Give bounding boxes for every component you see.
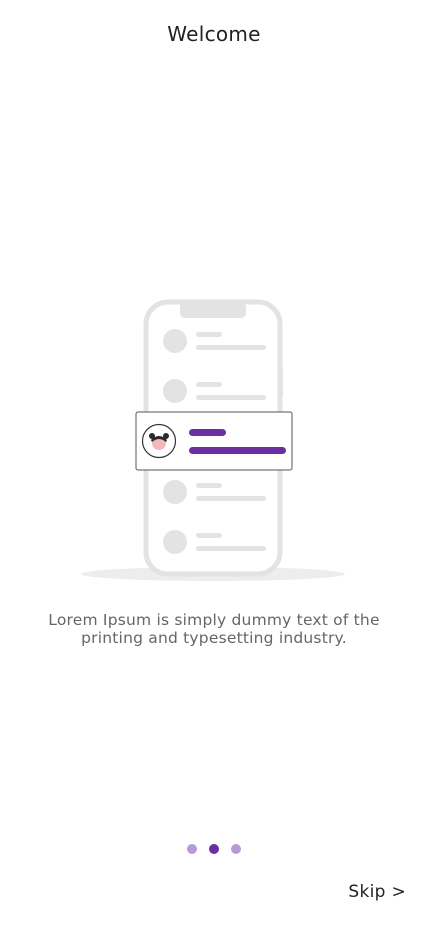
page-indicator	[0, 844, 428, 854]
onboarding-description: Lorem Ipsum is simply dummy text of the …	[48, 611, 380, 647]
page-dot[interactable]	[231, 844, 241, 854]
highlighted-card	[135, 411, 293, 471]
page-dot-active[interactable]	[209, 844, 219, 854]
phone-notch	[180, 302, 246, 318]
phone-chat-list-illustration	[81, 299, 345, 581]
page-dot[interactable]	[187, 844, 197, 854]
page-title: Welcome	[167, 22, 261, 46]
skip-button[interactable]: Skip >	[348, 882, 406, 902]
phone-side-button	[279, 366, 283, 396]
